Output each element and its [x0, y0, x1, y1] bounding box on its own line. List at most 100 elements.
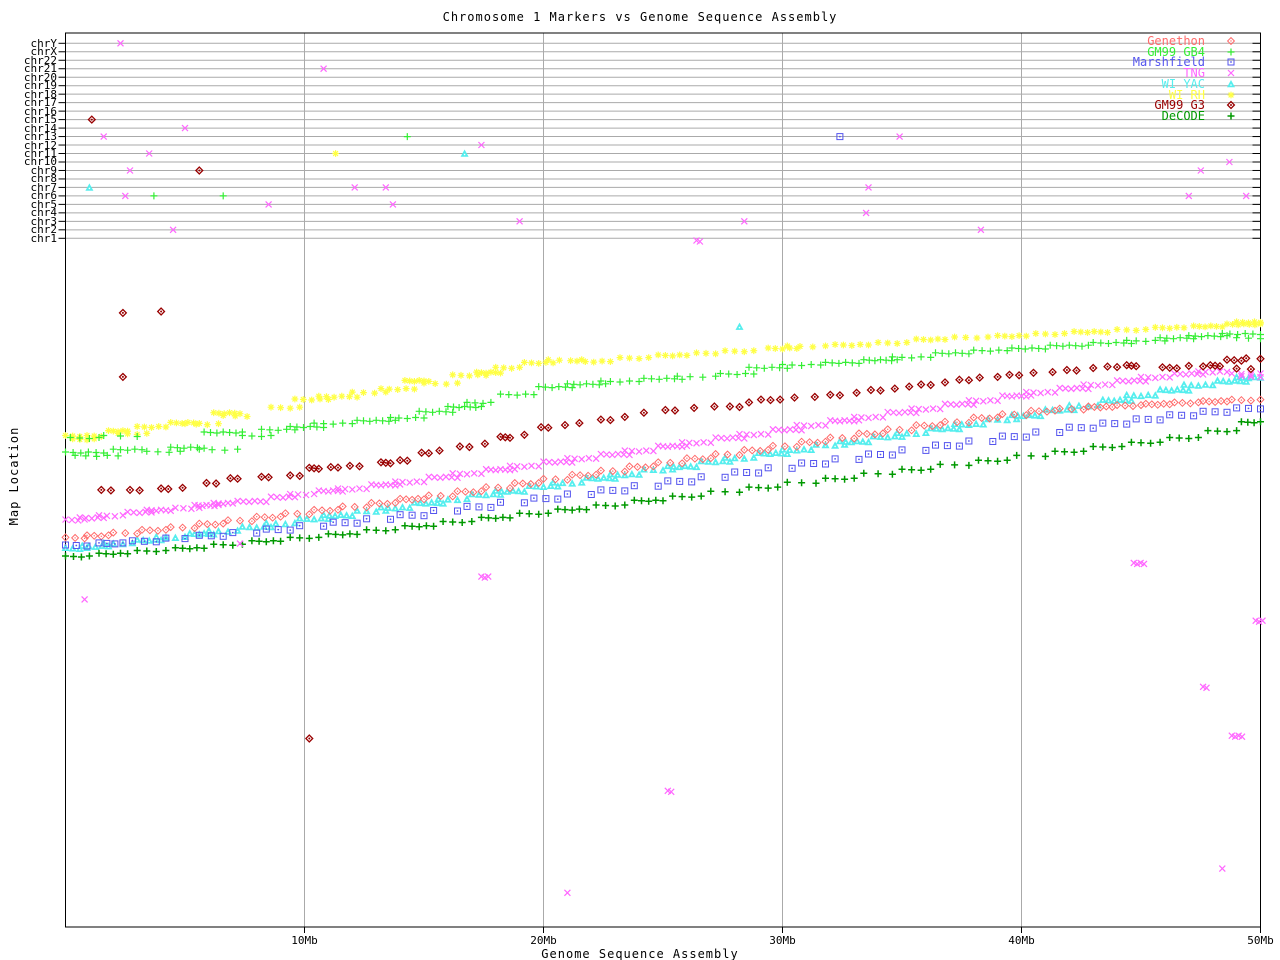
point-gm99-gb4	[234, 446, 241, 453]
point-gm99-gb4	[970, 347, 977, 354]
point-gm99-gb4	[1170, 335, 1177, 342]
point-gm99-g3	[641, 409, 648, 416]
point-wi-rh	[832, 341, 839, 348]
point-gm99-gb4	[734, 371, 741, 378]
point-wi-yac	[1220, 378, 1227, 384]
point-decode	[545, 510, 552, 517]
point-gm99-gb4	[798, 362, 805, 369]
point-gm99-g3	[877, 387, 884, 394]
point-genethon	[1238, 397, 1245, 404]
point-wi-rh	[1196, 323, 1203, 330]
point-marshfield	[1066, 424, 1072, 430]
point-decode	[1061, 448, 1068, 455]
point-marshfield	[878, 452, 884, 458]
point-gm99-gb4	[1072, 342, 1079, 349]
point-wi-rh	[1016, 332, 1023, 339]
point-wi-yac	[1138, 392, 1145, 398]
point-gm99-gb4	[746, 364, 753, 371]
point-decode	[832, 475, 839, 482]
point-decode	[210, 541, 217, 548]
point-tng	[432, 474, 438, 480]
point-gm99-gb4	[784, 365, 791, 372]
point-marshfield	[1011, 434, 1017, 440]
point-decode	[1166, 434, 1173, 441]
point-gm99-gb4	[115, 452, 122, 459]
point-wi-rh	[550, 360, 557, 367]
point-wi-rh	[360, 389, 367, 396]
point-tng	[942, 401, 948, 407]
point-decode	[612, 503, 619, 510]
point-gm99-gb4	[1242, 330, 1249, 337]
point-gm99-gb4	[856, 360, 863, 367]
point-tng	[873, 414, 879, 420]
point-gm99-g3	[942, 379, 949, 386]
point-gm99-gb4	[753, 364, 760, 371]
point-tng	[1224, 369, 1230, 375]
point-genethon	[449, 493, 456, 500]
point-wi-rh	[741, 348, 748, 355]
point-wi-rh	[1181, 324, 1188, 331]
point-wi-rh	[722, 347, 729, 354]
point-gm99-gb4	[945, 350, 952, 357]
point-marshfield	[698, 474, 704, 480]
point-decode	[143, 548, 150, 555]
point-decode	[86, 553, 93, 560]
point-tng	[521, 464, 527, 470]
point-marshfield	[1057, 430, 1063, 436]
point-genethon	[511, 480, 518, 487]
point-gm99-gb4	[1177, 334, 1184, 341]
point-gm99-gb4	[213, 430, 220, 437]
point-gm99-g3	[258, 473, 265, 480]
point-wi-rh	[220, 412, 227, 419]
point-wi-rh	[148, 424, 155, 431]
point-marshfield	[555, 496, 561, 502]
point-marshfield	[287, 527, 293, 533]
point-decode	[679, 493, 686, 500]
point-decode	[535, 511, 542, 518]
point-gm99-gb4	[201, 445, 208, 452]
point-genethon	[712, 451, 719, 458]
point-tng	[858, 414, 864, 420]
point-gm99-g3	[227, 475, 234, 482]
point-gm99-g3	[1073, 367, 1080, 374]
point-wi-rh	[913, 336, 920, 343]
point-tng	[280, 495, 286, 501]
point-decode	[526, 510, 533, 517]
point-gm99-gb4	[1245, 335, 1252, 342]
point-marshfield	[622, 488, 628, 494]
point-gm99-gb4	[166, 449, 173, 456]
point-decode	[975, 457, 982, 464]
point-tng	[357, 486, 363, 492]
point-decode	[860, 470, 867, 477]
point-tng	[1074, 385, 1080, 391]
point-decode	[516, 510, 523, 517]
point-decode	[401, 522, 408, 529]
point-wi-rh	[193, 421, 200, 428]
point-tng	[586, 455, 592, 461]
point-gm99-gb4	[583, 380, 590, 387]
point-tng	[1189, 371, 1195, 377]
point-decode	[263, 538, 270, 545]
point-tng	[1138, 374, 1144, 380]
point-gm99-gb4	[339, 420, 346, 427]
point-gm99-gb4	[596, 381, 603, 388]
point-wi-rh	[822, 343, 829, 350]
point-tng	[1068, 386, 1074, 392]
point-wi-yac	[311, 516, 318, 522]
point-tng	[180, 505, 186, 511]
point-decode	[382, 527, 389, 534]
point-decode	[70, 553, 77, 560]
point-wi-rh	[951, 334, 958, 341]
point-marshfield	[431, 508, 437, 514]
point-gm99-gb4	[436, 408, 443, 415]
point-decode	[186, 545, 193, 552]
point-gm99-g3	[966, 377, 973, 384]
point-tng	[686, 440, 692, 446]
point-gm99-gb4	[456, 404, 463, 411]
point-decode	[1013, 452, 1020, 459]
point-tng	[885, 409, 891, 415]
point-marshfield	[744, 470, 750, 476]
point-gm99-gb4	[422, 408, 429, 415]
point-gm99-g3	[1006, 371, 1013, 378]
point-gm99-g3	[607, 417, 614, 424]
